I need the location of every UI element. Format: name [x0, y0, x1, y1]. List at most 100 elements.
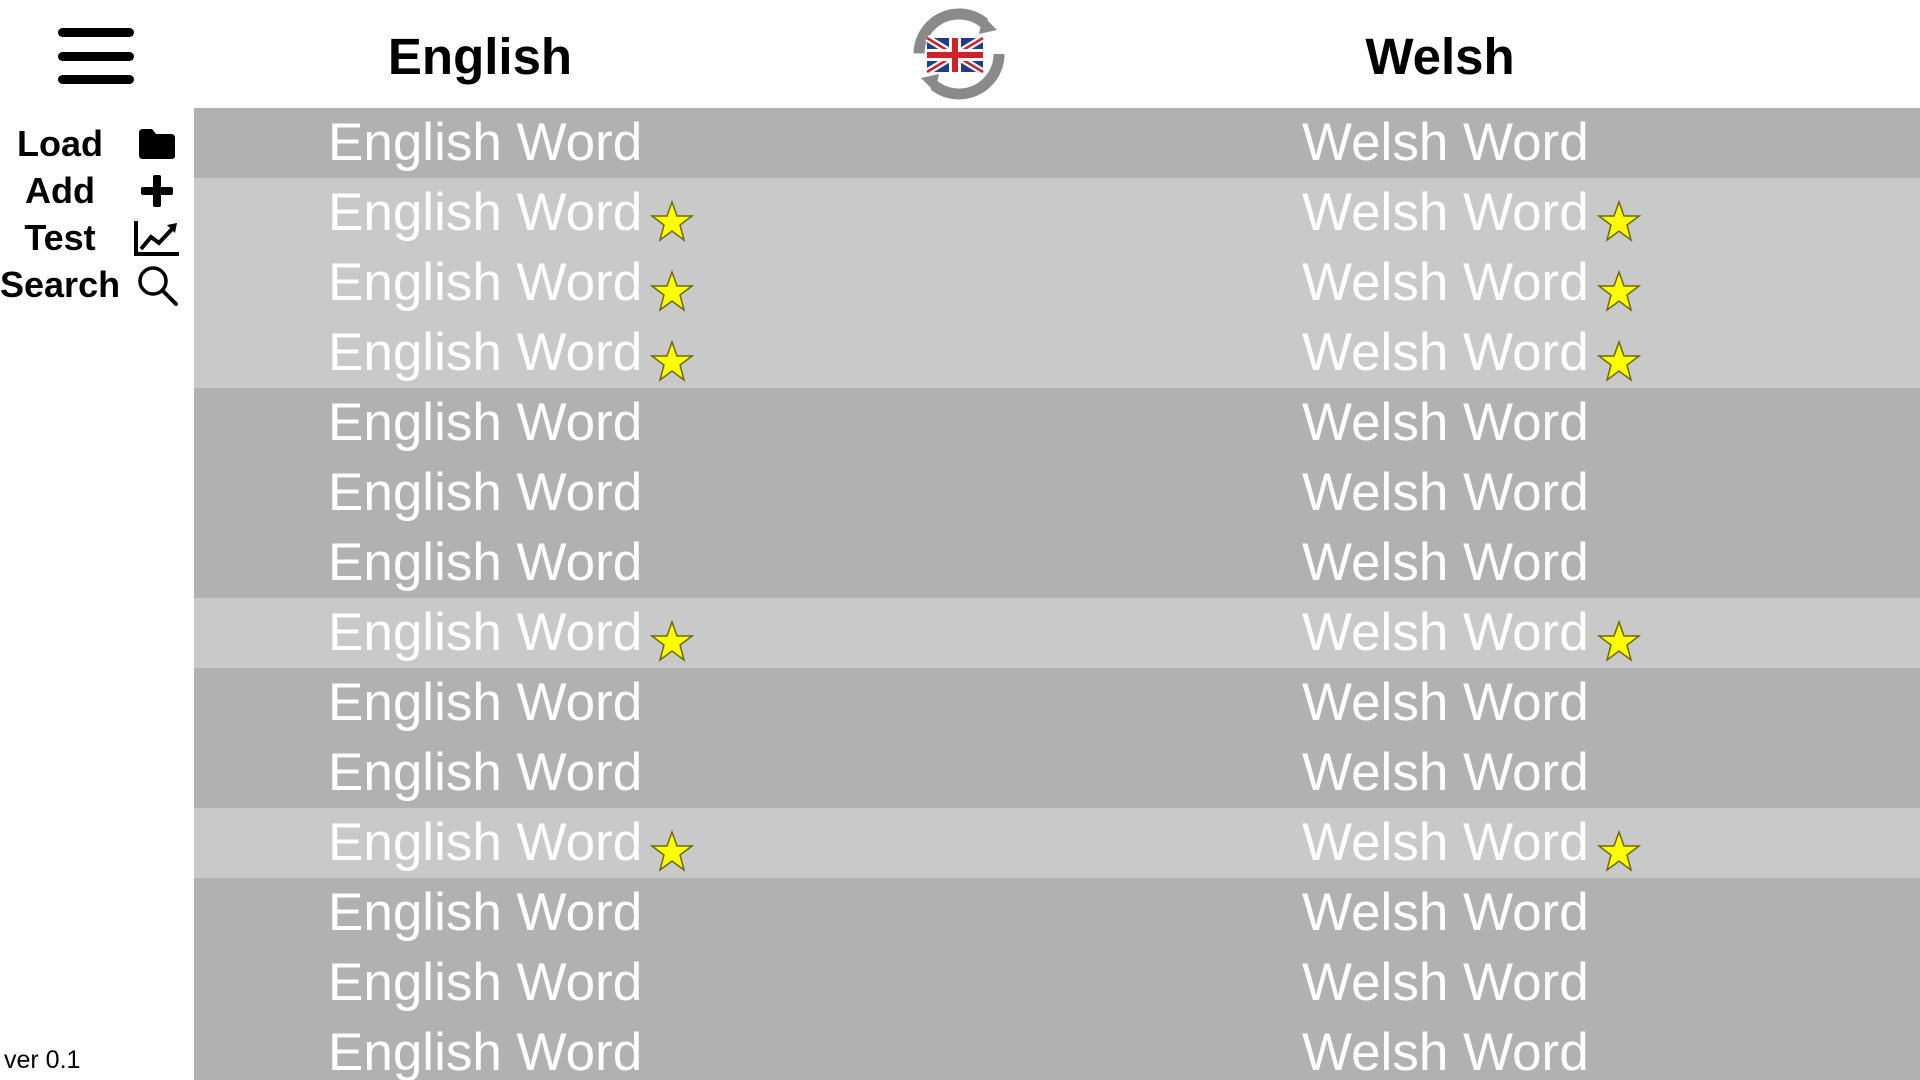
english-word-cell: English Word	[328, 668, 642, 738]
welsh-word-cell: Welsh Word	[1302, 318, 1641, 388]
word-row[interactable]: English Word Welsh Word	[194, 878, 1920, 948]
english-word: English Word	[328, 113, 643, 172]
welsh-word-cell: Welsh Word	[1302, 458, 1589, 528]
word-row[interactable]: English Word Welsh Word	[194, 108, 1920, 178]
english-word: English Word	[328, 743, 643, 802]
english-word-cell: English Word	[328, 948, 642, 1018]
sidebar-item-search[interactable]: Search	[0, 261, 192, 308]
folder-icon	[131, 122, 183, 166]
welsh-word: Welsh Word	[1302, 603, 1589, 662]
welsh-word-cell: Welsh Word	[1302, 878, 1589, 948]
welsh-word: Welsh Word	[1302, 393, 1589, 452]
english-word: English Word	[328, 463, 643, 522]
favorite-star-icon[interactable]	[1596, 261, 1641, 312]
word-row[interactable]: English Word Welsh Word	[194, 668, 1920, 738]
welsh-word: Welsh Word	[1302, 463, 1589, 522]
welsh-word-cell: Welsh Word	[1302, 248, 1641, 318]
english-word: English Word	[328, 1023, 643, 1080]
welsh-word-cell: Welsh Word	[1302, 528, 1589, 598]
word-row[interactable]: English Word Welsh Word	[194, 1018, 1920, 1080]
version-label: ver 0.1	[4, 1046, 81, 1074]
word-row[interactable]: English Word Welsh Word	[194, 318, 1920, 388]
english-word: English Word	[328, 603, 643, 662]
word-row[interactable]: English Word Welsh Word	[194, 178, 1920, 248]
sidebar-item-label: Test	[24, 216, 96, 258]
favorite-star-icon[interactable]	[649, 821, 695, 872]
menu-bar	[58, 75, 134, 84]
english-word-cell: English Word	[328, 738, 642, 808]
sidebar-item-label: Search	[0, 263, 121, 305]
english-word: English Word	[328, 253, 643, 312]
favorite-star-icon[interactable]	[649, 611, 695, 662]
welsh-word: Welsh Word	[1302, 1023, 1589, 1080]
favorite-star-icon[interactable]	[1596, 191, 1641, 242]
word-row[interactable]: English Word Welsh Word	[194, 458, 1920, 528]
sidebar-item-label: Add	[25, 169, 95, 211]
english-column-header: English	[387, 28, 573, 85]
welsh-word-cell: Welsh Word	[1302, 388, 1589, 458]
english-word-cell: English Word	[328, 1018, 642, 1080]
word-row[interactable]: English Word Welsh Word	[194, 948, 1920, 1018]
english-word: English Word	[328, 323, 643, 382]
sidebar-item-load[interactable]: Load	[0, 120, 192, 167]
word-row[interactable]: English Word Welsh Word	[194, 528, 1920, 598]
welsh-word: Welsh Word	[1302, 953, 1589, 1012]
welsh-word-cell: Welsh Word	[1302, 808, 1641, 878]
menu-bar	[58, 51, 134, 61]
welsh-column-header: Welsh	[1365, 28, 1515, 85]
welsh-word: Welsh Word	[1302, 883, 1589, 942]
welsh-word: Welsh Word	[1302, 743, 1589, 802]
plus-icon	[131, 169, 183, 213]
word-row[interactable]: English Word Welsh Word	[194, 738, 1920, 808]
english-word: English Word	[328, 393, 643, 452]
english-word-cell: English Word	[328, 248, 695, 318]
english-word: English Word	[328, 533, 643, 592]
welsh-word: Welsh Word	[1302, 673, 1589, 732]
english-word-cell: English Word	[328, 458, 642, 528]
welsh-word-cell: Welsh Word	[1302, 738, 1589, 808]
welsh-word: Welsh Word	[1302, 323, 1589, 382]
welsh-word-cell: Welsh Word	[1302, 1018, 1589, 1080]
welsh-word-cell: Welsh Word	[1302, 598, 1641, 668]
welsh-word: Welsh Word	[1302, 113, 1589, 172]
hamburger-menu-icon[interactable]	[58, 28, 134, 84]
sidebar-item-add[interactable]: Add	[0, 167, 192, 214]
english-word: English Word	[328, 953, 643, 1012]
english-word-cell: English Word	[328, 808, 695, 878]
welsh-word-cell: Welsh Word	[1302, 948, 1589, 1018]
search-icon	[131, 263, 183, 307]
favorite-star-icon[interactable]	[1596, 611, 1641, 662]
welsh-word-cell: Welsh Word	[1302, 178, 1641, 248]
word-list[interactable]: English Word Welsh Word English Word Welsh …	[194, 108, 1920, 1080]
english-word-cell: English Word	[328, 528, 642, 598]
welsh-word: Welsh Word	[1302, 533, 1589, 592]
english-word-cell: English Word	[328, 108, 642, 178]
favorite-star-icon[interactable]	[1596, 821, 1641, 872]
chart-line-icon	[131, 216, 183, 260]
sidebar-item-label: Load	[17, 122, 103, 164]
english-word-cell: English Word	[328, 878, 642, 948]
favorite-star-icon[interactable]	[649, 261, 695, 312]
language-swap-flag-icon[interactable]	[913, 8, 1005, 100]
english-word: English Word	[328, 673, 643, 732]
favorite-star-icon[interactable]	[1596, 331, 1641, 382]
english-word-cell: English Word	[328, 388, 642, 458]
sidebar-item-test[interactable]: Test	[0, 214, 192, 261]
welsh-word: Welsh Word	[1302, 813, 1589, 872]
english-word: English Word	[328, 813, 643, 872]
word-row[interactable]: English Word Welsh Word	[194, 808, 1920, 878]
word-row[interactable]: English Word Welsh Word	[194, 598, 1920, 668]
english-word-cell: English Word	[328, 598, 695, 668]
word-row[interactable]: English Word Welsh Word	[194, 388, 1920, 458]
english-word-cell: English Word	[328, 318, 695, 388]
welsh-word-cell: Welsh Word	[1302, 668, 1589, 738]
english-word-cell: English Word	[328, 178, 695, 248]
menu-bar	[58, 28, 134, 37]
english-word: English Word	[328, 183, 643, 242]
english-word: English Word	[328, 883, 643, 942]
welsh-word: Welsh Word	[1302, 183, 1589, 242]
welsh-word-cell: Welsh Word	[1302, 108, 1589, 178]
word-row[interactable]: English Word Welsh Word	[194, 248, 1920, 318]
favorite-star-icon[interactable]	[649, 191, 695, 242]
favorite-star-icon[interactable]	[649, 331, 695, 382]
